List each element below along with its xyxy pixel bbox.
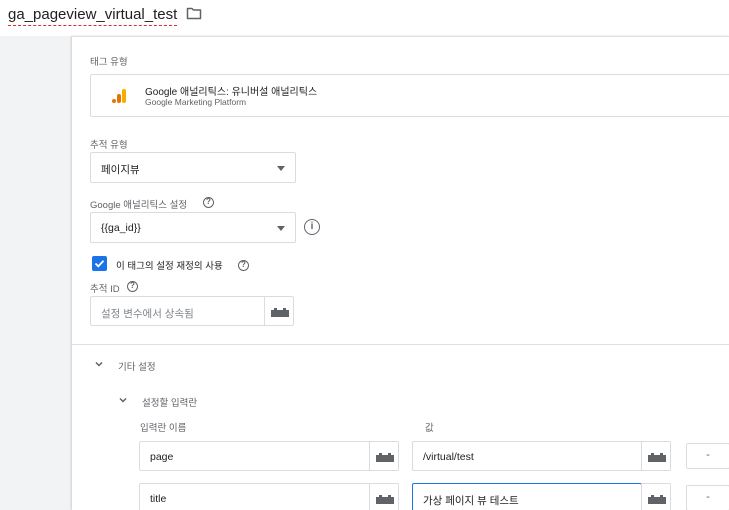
help-icon[interactable]: ? bbox=[238, 260, 249, 271]
checkmark-icon bbox=[94, 260, 105, 268]
tag-config-card: 태그 유형 Google 애널리틱스: 유니버설 애널리틱스 Google Ma… bbox=[72, 36, 729, 510]
remove-row-button[interactable]: - bbox=[686, 443, 729, 469]
variable-brick-icon bbox=[648, 495, 666, 504]
remove-row-label: - bbox=[706, 491, 710, 503]
tracking-id-label: 추적 ID bbox=[90, 284, 120, 295]
more-settings-toggle[interactable]: 기타 설정 bbox=[118, 359, 156, 373]
tracking-id-input[interactable]: 설정 변수에서 상속됨 bbox=[90, 296, 265, 326]
field-name-input[interactable]: page bbox=[139, 441, 370, 471]
ga-settings-label: Google 애널리틱스 설정 bbox=[90, 200, 188, 211]
chevron-down-icon[interactable] bbox=[118, 395, 128, 405]
field-name-value: page bbox=[150, 451, 174, 463]
remove-row-button[interactable]: - bbox=[686, 485, 729, 510]
override-settings-label: 이 태그의 설정 재정의 사용 bbox=[116, 261, 223, 272]
field-value-input[interactable]: 가상 페이지 뷰 테스트 bbox=[412, 483, 642, 510]
tag-type-label: 태그 유형 bbox=[90, 57, 128, 68]
top-bar: ga_pageview_virtual_test bbox=[0, 0, 729, 36]
tracking-id-placeholder: 설정 변수에서 상속됨 bbox=[101, 308, 194, 320]
variable-picker-button[interactable] bbox=[641, 441, 671, 471]
field-name-column-header: 입력란 이름 bbox=[140, 423, 187, 434]
variable-brick-icon bbox=[376, 453, 394, 462]
field-value-input[interactable]: /virtual/test bbox=[412, 441, 642, 471]
value-column-header: 값 bbox=[425, 423, 434, 434]
help-icon[interactable]: ? bbox=[127, 281, 138, 292]
variable-picker-button[interactable] bbox=[641, 483, 671, 510]
tag-type-selector[interactable]: Google 애널리틱스: 유니버설 애널리틱스 Google Marketin… bbox=[90, 74, 729, 117]
variable-picker-button[interactable] bbox=[369, 441, 399, 471]
dropdown-arrow-icon bbox=[277, 226, 285, 231]
field-value-value: /virtual/test bbox=[423, 451, 474, 463]
chevron-down-icon[interactable] bbox=[94, 359, 104, 369]
track-type-value: 페이지뷰 bbox=[101, 164, 140, 176]
field-name-value: title bbox=[150, 493, 167, 505]
tag-type-platform: Google Marketing Platform bbox=[145, 97, 247, 107]
variable-brick-icon bbox=[376, 495, 394, 504]
variable-picker-button[interactable] bbox=[369, 483, 399, 510]
variable-picker-button[interactable] bbox=[264, 296, 294, 326]
tag-type-name: Google 애널리틱스: 유니버설 애널리틱스 bbox=[145, 87, 318, 98]
tag-name-title[interactable]: ga_pageview_virtual_test bbox=[8, 5, 178, 26]
dropdown-arrow-icon bbox=[277, 166, 285, 171]
track-type-label: 추적 유형 bbox=[90, 140, 128, 151]
help-icon[interactable]: ? bbox=[203, 197, 214, 208]
field-value-value: 가상 페이지 뷰 테스트 bbox=[423, 495, 519, 507]
ga-settings-select[interactable]: {{ga_id}} bbox=[90, 212, 296, 243]
ga-settings-value: {{ga_id}} bbox=[101, 222, 141, 234]
fields-to-set-toggle[interactable]: 설정할 입력란 bbox=[142, 395, 197, 409]
track-type-select[interactable]: 페이지뷰 bbox=[90, 152, 296, 183]
variable-brick-icon bbox=[648, 453, 666, 462]
info-icon[interactable]: i bbox=[304, 219, 320, 235]
field-name-input[interactable]: title bbox=[139, 483, 370, 510]
variable-brick-icon bbox=[271, 308, 289, 317]
folder-icon[interactable] bbox=[186, 6, 202, 20]
section-divider bbox=[72, 344, 729, 345]
google-analytics-icon bbox=[112, 89, 126, 103]
remove-row-label: - bbox=[706, 449, 710, 461]
card-top-border bbox=[72, 36, 729, 37]
override-settings-checkbox[interactable] bbox=[92, 256, 107, 271]
left-pane bbox=[0, 36, 72, 510]
